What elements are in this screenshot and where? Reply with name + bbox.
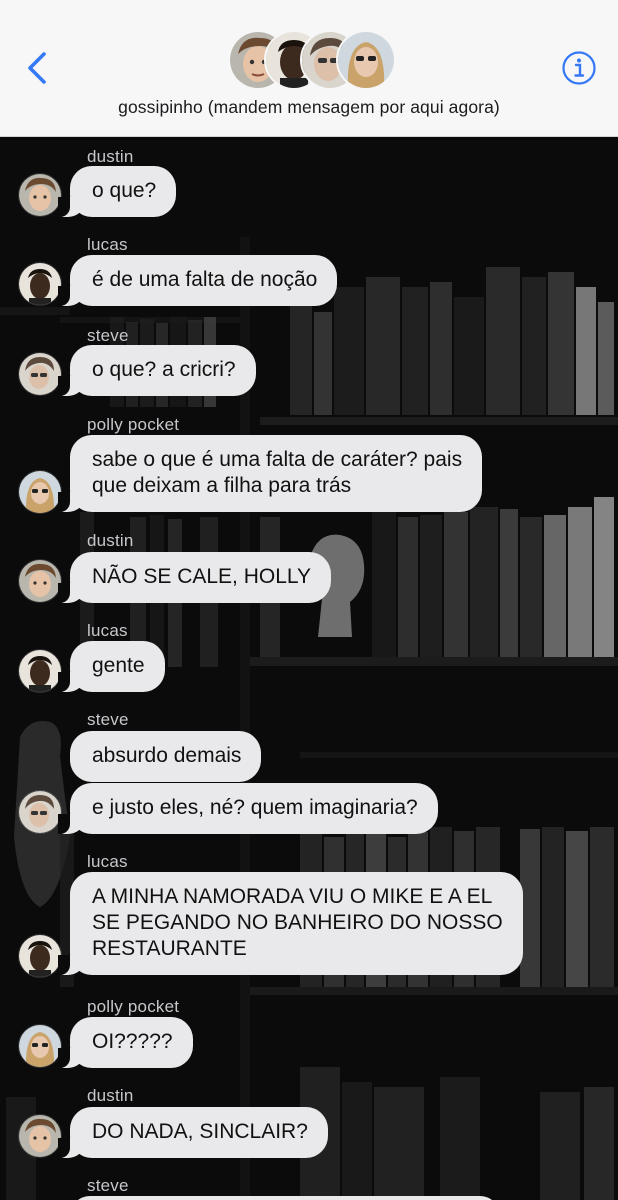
chevron-left-icon xyxy=(28,52,46,84)
message-list[interactable]: dustin o que? lucas é de uma falta de no… xyxy=(0,137,618,1200)
message-bubble[interactable] xyxy=(70,1196,500,1200)
message-bubble[interactable]: é de uma falta de noção xyxy=(57,255,338,306)
message-bubble[interactable]: A MINHA NAMORADA VIU O MIKE E A EL SE PE… xyxy=(58,872,523,975)
avatar-steve[interactable] xyxy=(18,790,62,834)
message-bubble[interactable]: NÃO SE CALE, HOLLY xyxy=(57,552,332,603)
message-sender: lucas xyxy=(87,621,128,640)
avatar-lucas[interactable] xyxy=(18,262,62,306)
message-sender: dustin xyxy=(87,147,134,166)
avatar-steve[interactable] xyxy=(18,352,62,396)
chat-header: gossipinho (mandem mensagem por aqui ago… xyxy=(0,0,618,137)
message-bubble[interactable]: o que? a cricri? xyxy=(58,345,256,396)
avatar-dustin[interactable] xyxy=(18,173,62,217)
message-bubble[interactable]: sabe o que é uma falta de caráter? pais … xyxy=(57,435,483,512)
message-bubble[interactable]: gente xyxy=(58,641,165,692)
back-button[interactable] xyxy=(22,50,54,86)
message-sender: steve xyxy=(87,710,129,729)
message-sender: lucas xyxy=(87,852,128,871)
avatar-polly-pocket[interactable] xyxy=(18,1024,62,1068)
info-button[interactable] xyxy=(561,50,597,86)
participant-avatar-polly-pocket xyxy=(336,30,396,90)
message-sender: steve xyxy=(87,326,129,345)
avatar-lucas[interactable] xyxy=(18,649,62,693)
group-name[interactable]: gossipinho (mandem mensagem por aqui ago… xyxy=(0,97,618,118)
group-avatars[interactable] xyxy=(228,30,396,90)
message-bubble[interactable]: DO NADA, SINCLAIR? xyxy=(58,1107,328,1158)
avatar-dustin[interactable] xyxy=(18,1114,62,1158)
message-sender: dustin xyxy=(87,1086,134,1105)
message-sender: polly pocket xyxy=(87,997,180,1016)
avatar-lucas[interactable] xyxy=(18,934,62,978)
message-sender: lucas xyxy=(87,235,128,254)
avatar-polly-pocket[interactable] xyxy=(18,470,62,514)
message-bubble[interactable]: absurdo demais xyxy=(70,731,262,782)
message-sender: dustin xyxy=(87,531,134,550)
info-circle-icon xyxy=(562,51,596,85)
avatar-dustin[interactable] xyxy=(18,559,62,603)
message-bubble[interactable]: OI????? xyxy=(58,1017,193,1068)
message-bubble[interactable]: e justo eles, né? quem imaginaria? xyxy=(58,783,438,834)
message-sender: polly pocket xyxy=(87,415,180,434)
message-bubble[interactable]: o que? xyxy=(57,166,177,217)
message-sender: steve xyxy=(87,1176,129,1195)
